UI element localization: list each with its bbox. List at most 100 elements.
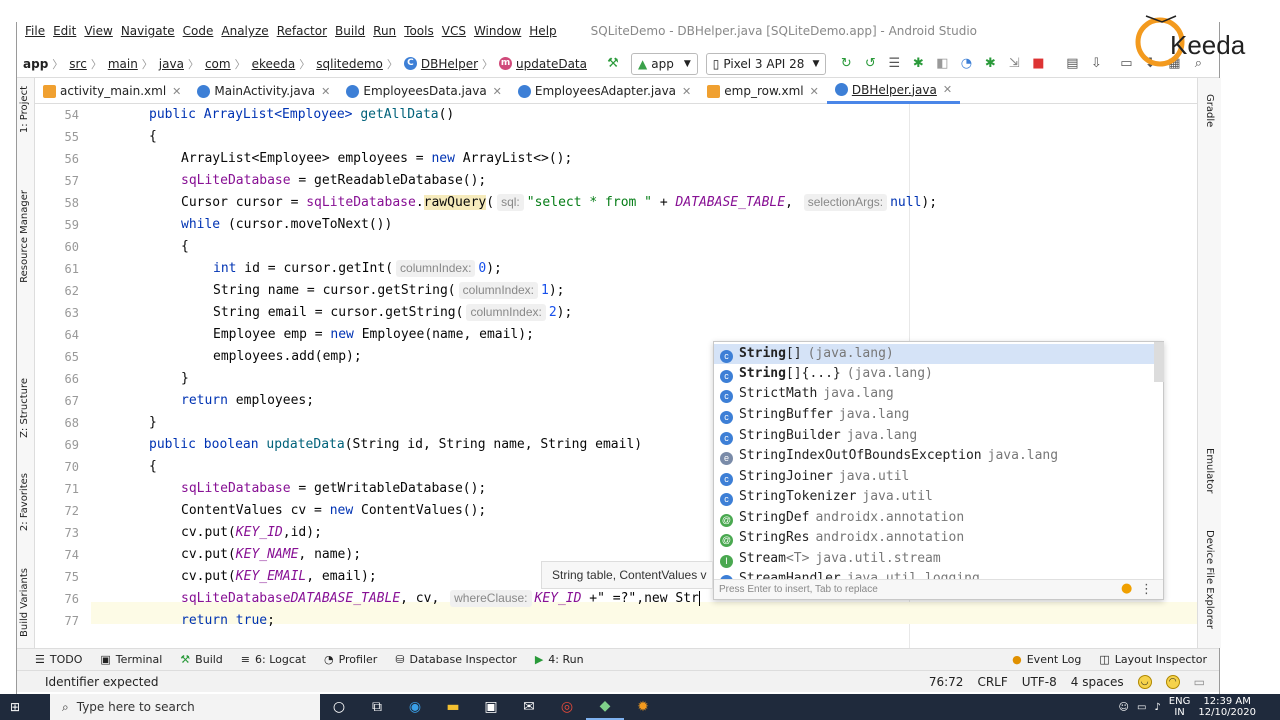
language-indicator[interactable]: ENG IN [1169, 696, 1191, 718]
completion-item[interactable]: @ StringDef androidx.annotation [720, 508, 964, 528]
close-icon[interactable]: ✕ [810, 85, 819, 98]
file-encoding[interactable]: UTF-8 [1022, 675, 1057, 689]
menu-run[interactable]: Run [373, 24, 396, 38]
database-inspector-tool-button[interactable]: ⛁ Database Inspector [395, 653, 517, 666]
close-icon[interactable]: ✕ [943, 83, 952, 96]
project-tool-button[interactable]: 1: Project [19, 86, 30, 133]
feedback-happy-icon[interactable]: ◡ [1137, 674, 1152, 689]
close-icon[interactable]: ✕ [493, 85, 502, 98]
sync-icon[interactable]: ⇩ [1086, 54, 1106, 74]
menu-window[interactable]: Window [474, 24, 521, 38]
app-icon[interactable]: ✹ [624, 694, 662, 720]
completion-item[interactable]: cStreamHandlerjava.util.logging [720, 569, 980, 579]
menu-help[interactable]: Help [529, 24, 556, 38]
stop-icon[interactable]: ■ [1028, 54, 1048, 74]
profile-icon[interactable]: ◔ [956, 54, 976, 74]
tab-main-activity[interactable]: MainActivity.java ✕ [189, 78, 338, 104]
breadcrumb-dbhelper[interactable]: C DBHelper 〉 [403, 56, 493, 72]
breadcrumb-src[interactable]: src 〉 [69, 56, 102, 72]
menu-navigate[interactable]: Navigate [121, 24, 175, 38]
list-icon[interactable]: ☰ [884, 54, 904, 74]
gradle-tool-button[interactable]: Gradle [1204, 94, 1215, 127]
attach-debugger-icon[interactable]: ✱ [980, 54, 1000, 74]
completion-scrollbar[interactable] [1154, 342, 1164, 382]
completion-item[interactable]: c String[]{...} (java.lang) [720, 364, 933, 384]
todo-tool-button[interactable]: ☰ TODO [35, 653, 82, 666]
profiler-tool-button[interactable]: ◔ Profiler [324, 653, 377, 666]
completion-item[interactable]: c StringTokenizer java.util [720, 487, 933, 507]
device-select[interactable]: ▯ Pixel 3 API 28 ▼ [705, 52, 827, 75]
debug-icon[interactable]: ✱ [908, 54, 928, 74]
more-options-icon[interactable]: ⋮ [1140, 582, 1153, 597]
run-tool-button[interactable]: ▶ 4: Run [535, 653, 584, 666]
breadcrumb-java[interactable]: java 〉 [159, 56, 199, 72]
completion-item[interactable]: c StringJoiner java.util [720, 467, 909, 487]
completion-item[interactable]: c StringBuffer java.lang [720, 405, 909, 425]
menu-edit[interactable]: Edit [53, 24, 76, 38]
menu-file[interactable]: File [25, 24, 45, 38]
event-log-tool-button[interactable]: ● Event Log [1012, 653, 1081, 666]
taskbar-search[interactable]: ⌕ Type here to search [50, 694, 320, 720]
mail-icon[interactable]: ✉ [510, 694, 548, 720]
lightbulb-icon[interactable]: ● [1121, 581, 1133, 597]
close-icon[interactable]: ✕ [321, 85, 330, 98]
menu-view[interactable]: View [84, 24, 112, 38]
menu-vcs[interactable]: VCS [442, 24, 466, 38]
breadcrumb-ekeeda[interactable]: ekeeda 〉 [252, 56, 311, 72]
completion-item[interactable]: e StringIndexOutOfBoundsException java.lan… [720, 446, 1058, 466]
project-structure-icon[interactable]: ▤ [1062, 54, 1082, 74]
structure-tool-button[interactable]: Z: Structure [19, 378, 30, 438]
completion-item[interactable]: @ StringRes androidx.annotation [720, 528, 964, 548]
lock-icon[interactable]: ▭ [1194, 675, 1205, 689]
resource-manager-tool-button[interactable]: Resource Manager [19, 190, 30, 283]
tab-emp-row[interactable]: emp_row.xml ✕ [699, 78, 827, 104]
task-view-icon[interactable]: ⧉ [358, 694, 396, 720]
build-variants-tool-button[interactable]: Build Variants [19, 568, 30, 637]
windows-start-icon[interactable]: ⊞ [0, 694, 30, 720]
feedback-sad-icon[interactable]: ◠ [1165, 674, 1180, 689]
close-icon[interactable]: ✕ [172, 85, 181, 98]
terminal-tool-button[interactable]: ▣ Terminal [100, 653, 162, 666]
cortana-icon[interactable]: ○ [320, 694, 358, 720]
apply-changes-icon[interactable]: ↻ [836, 54, 856, 74]
caret-position[interactable]: 76:72 [929, 675, 964, 689]
android-studio-taskbar-icon[interactable]: ◆ [586, 694, 624, 720]
breadcrumb-updatedata[interactable]: m updateData [499, 57, 587, 71]
favorites-tool-button[interactable]: 2: Favorites [19, 473, 30, 531]
edge-browser-icon[interactable]: ◉ [396, 694, 434, 720]
attach-icon[interactable]: ⇲ [1004, 54, 1024, 74]
line-separator[interactable]: CRLF [977, 675, 1007, 689]
menu-build[interactable]: Build [335, 24, 365, 38]
tab-employees-adapter[interactable]: EmployeesAdapter.java ✕ [510, 78, 699, 104]
close-icon[interactable]: ✕ [682, 85, 691, 98]
completion-item[interactable]: c StringBuilder java.lang [720, 426, 917, 446]
emulator-tool-button[interactable]: Emulator [1204, 448, 1215, 493]
tab-activity-main[interactable]: activity_main.xml ✕ [35, 78, 189, 104]
breadcrumb-sqlitedemo[interactable]: sqlitedemo 〉 [316, 56, 398, 72]
build-tool-button[interactable]: ⚒ Build [180, 653, 223, 666]
completion-item[interactable]: c String[] (java.lang) [714, 344, 1154, 364]
menu-code[interactable]: Code [183, 24, 214, 38]
people-icon[interactable]: ☺ [1119, 702, 1129, 713]
clock[interactable]: 12:39 AM 12/10/2020 [1198, 696, 1256, 718]
indent-setting[interactable]: 4 spaces [1071, 675, 1124, 689]
breadcrumb-com[interactable]: com 〉 [205, 56, 246, 72]
tab-dbhelper[interactable]: DBHelper.java ✕ [826, 78, 961, 104]
tab-employees-data[interactable]: EmployeesData.java ✕ [338, 78, 510, 104]
menu-refactor[interactable]: Refactor [277, 24, 327, 38]
menu-tools[interactable]: Tools [404, 24, 434, 38]
completion-item[interactable]: c StrictMath java.lang [720, 384, 894, 404]
completion-item[interactable]: I Stream<T> java.util.stream [720, 549, 941, 569]
logcat-tool-button[interactable]: ≡ 6: Logcat [241, 653, 306, 666]
layout-inspector-tool-button[interactable]: ◫ Layout Inspector [1099, 653, 1207, 666]
breadcrumb-app[interactable]: app 〉 [23, 56, 63, 72]
file-explorer-icon[interactable]: ▬ [434, 694, 472, 720]
volume-icon[interactable]: ♪ [1154, 702, 1160, 713]
apply-code-changes-icon[interactable]: ↺ [860, 54, 880, 74]
hammer-icon[interactable]: ⚒ [603, 54, 623, 74]
menu-analyze[interactable]: Analyze [221, 24, 268, 38]
run-config-select[interactable]: ▲ app ▼ [630, 52, 698, 75]
coverage-icon[interactable]: ◧ [932, 54, 952, 74]
breadcrumb-main[interactable]: main 〉 [108, 56, 153, 72]
network-icon[interactable]: ▭ [1137, 702, 1146, 713]
